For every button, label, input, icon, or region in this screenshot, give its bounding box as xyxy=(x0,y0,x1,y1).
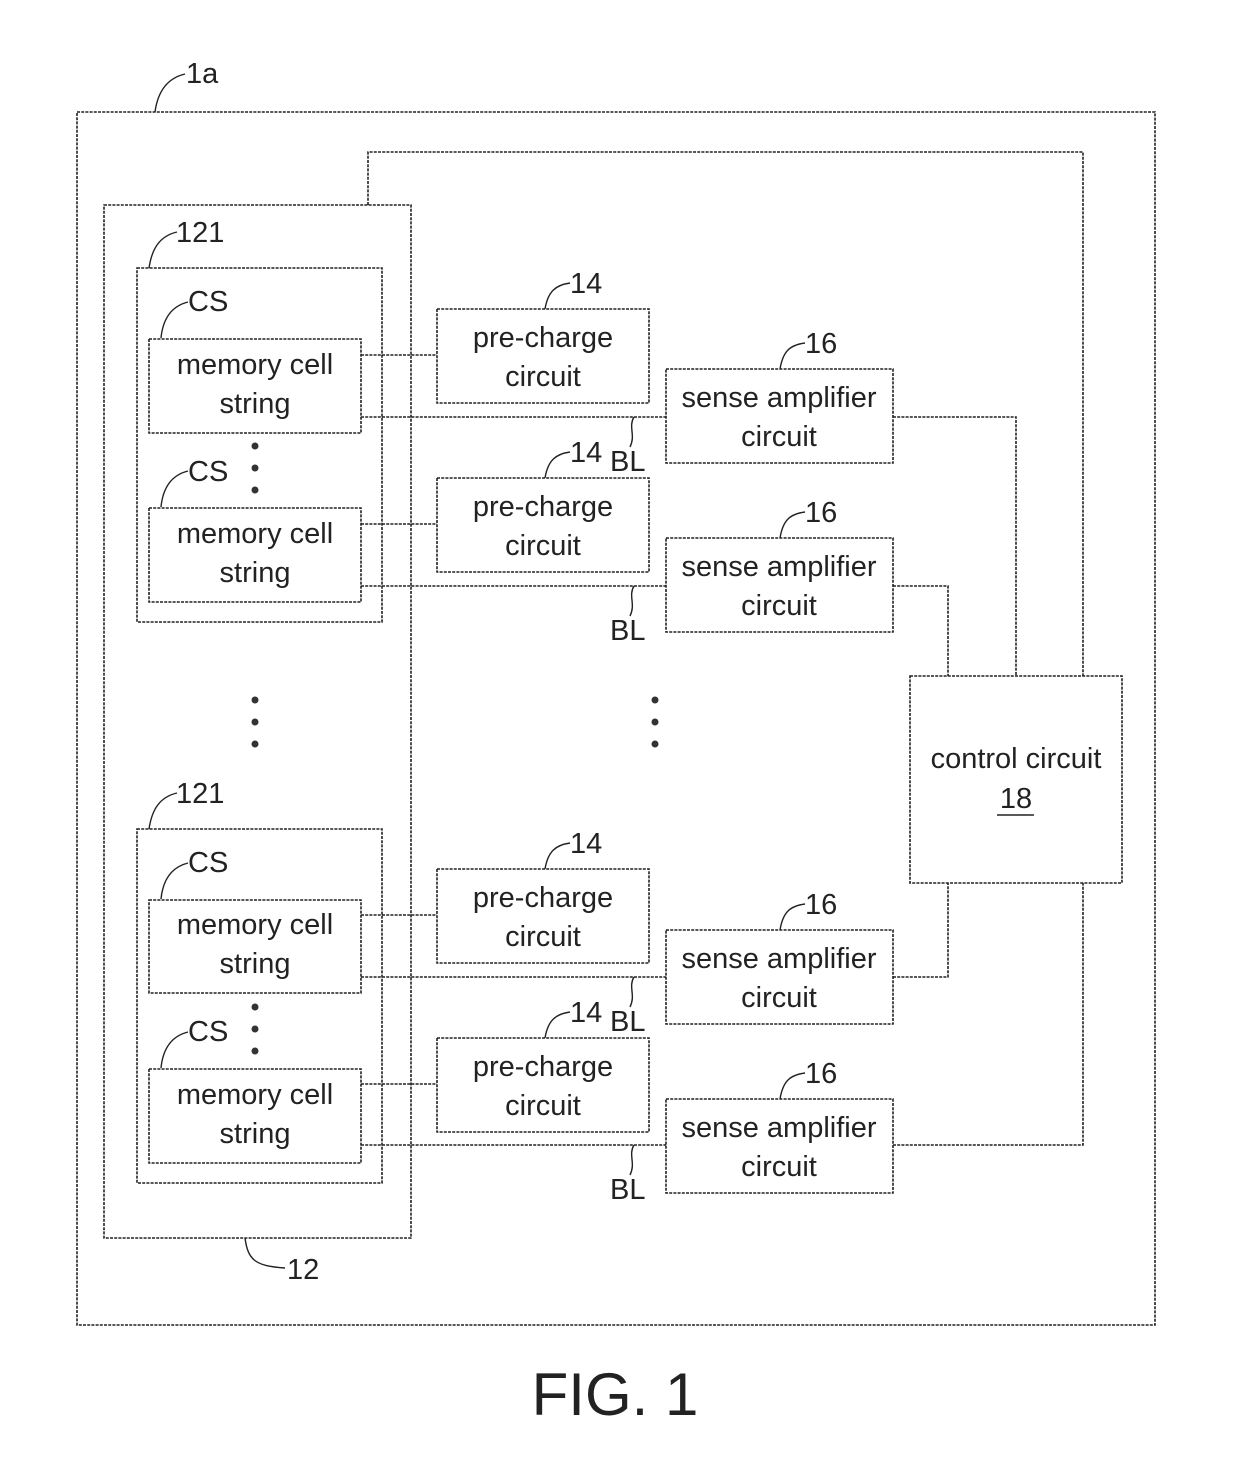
mcs-label: memory cell xyxy=(177,909,333,941)
bitline-ref: BL xyxy=(610,1174,645,1206)
memory-block-2: 121 CS memory cell string CS memory cell… xyxy=(136,778,383,1184)
precharge-ref: 14 xyxy=(570,997,602,1029)
precharge-label: pre-charge xyxy=(473,322,613,354)
control-label: control circuit xyxy=(931,743,1102,775)
circuit-diagram: 1a 12 121 CS memory cell string CS memor… xyxy=(76,58,1156,1428)
mcs-label: memory cell xyxy=(177,518,333,550)
ellipsis-dot xyxy=(251,696,259,704)
precharge-label: pre-charge xyxy=(473,1051,613,1083)
bitline-ref: BL xyxy=(610,446,645,478)
mcs-label: string xyxy=(220,388,291,420)
ellipsis-dot xyxy=(651,718,659,726)
precharge-label: circuit xyxy=(505,1090,581,1122)
precharge-label: pre-charge xyxy=(473,491,613,523)
block-ref: 121 xyxy=(176,778,224,810)
mcs-label: string xyxy=(220,557,291,589)
mcs-label: memory cell xyxy=(177,349,333,381)
control-circuit-box xyxy=(909,675,1123,884)
ellipsis-dot xyxy=(251,464,259,472)
sense-label: circuit xyxy=(741,590,817,622)
ellipsis-dot xyxy=(251,1047,259,1055)
sense-label: circuit xyxy=(741,421,817,453)
ellipsis-dot xyxy=(251,740,259,748)
ellipsis-dot xyxy=(651,740,659,748)
precharge-label: circuit xyxy=(505,921,581,953)
figure-label: FIG. 1 xyxy=(532,1361,699,1428)
ellipsis-dot xyxy=(251,442,259,450)
mcs-label: string xyxy=(220,1118,291,1150)
cs-ref: CS xyxy=(188,456,228,488)
sense-label: sense amplifier xyxy=(681,382,876,414)
sense-ref: 16 xyxy=(805,497,837,529)
sense-label: sense amplifier xyxy=(681,1112,876,1144)
device-ref: 1a xyxy=(186,58,219,90)
precharge-label: circuit xyxy=(505,530,581,562)
memory-block-1: 121 CS memory cell string CS memory cell… xyxy=(136,217,383,623)
precharge-ref: 14 xyxy=(570,437,602,469)
sense-ref: 16 xyxy=(805,1058,837,1090)
sense-label: circuit xyxy=(741,1151,817,1183)
control-ref: 18 xyxy=(1000,783,1032,815)
mcs-label: memory cell xyxy=(177,1079,333,1111)
sense-label: circuit xyxy=(741,982,817,1014)
array-ref: 12 xyxy=(287,1254,319,1286)
mcs-label: string xyxy=(220,948,291,980)
ellipsis-dot xyxy=(251,1025,259,1033)
bitline-ref: BL xyxy=(610,615,645,647)
precharge-label: pre-charge xyxy=(473,882,613,914)
precharge-ref: 14 xyxy=(570,828,602,860)
block-ref: 121 xyxy=(176,217,224,249)
sense-label: sense amplifier xyxy=(681,943,876,975)
bitline-ref: BL xyxy=(610,1006,645,1038)
cs-ref: CS xyxy=(188,1016,228,1048)
ellipsis-dot xyxy=(251,718,259,726)
ellipsis-dot xyxy=(251,1003,259,1011)
sense-ref: 16 xyxy=(805,328,837,360)
cs-ref: CS xyxy=(188,286,228,318)
precharge-ref: 14 xyxy=(570,268,602,300)
ellipsis-dot xyxy=(251,486,259,494)
precharge-label: circuit xyxy=(505,361,581,393)
cs-ref: CS xyxy=(188,847,228,879)
sense-label: sense amplifier xyxy=(681,551,876,583)
device-ref-leader xyxy=(154,73,186,113)
sense-ref: 16 xyxy=(805,889,837,921)
ellipsis-dot xyxy=(651,696,659,704)
